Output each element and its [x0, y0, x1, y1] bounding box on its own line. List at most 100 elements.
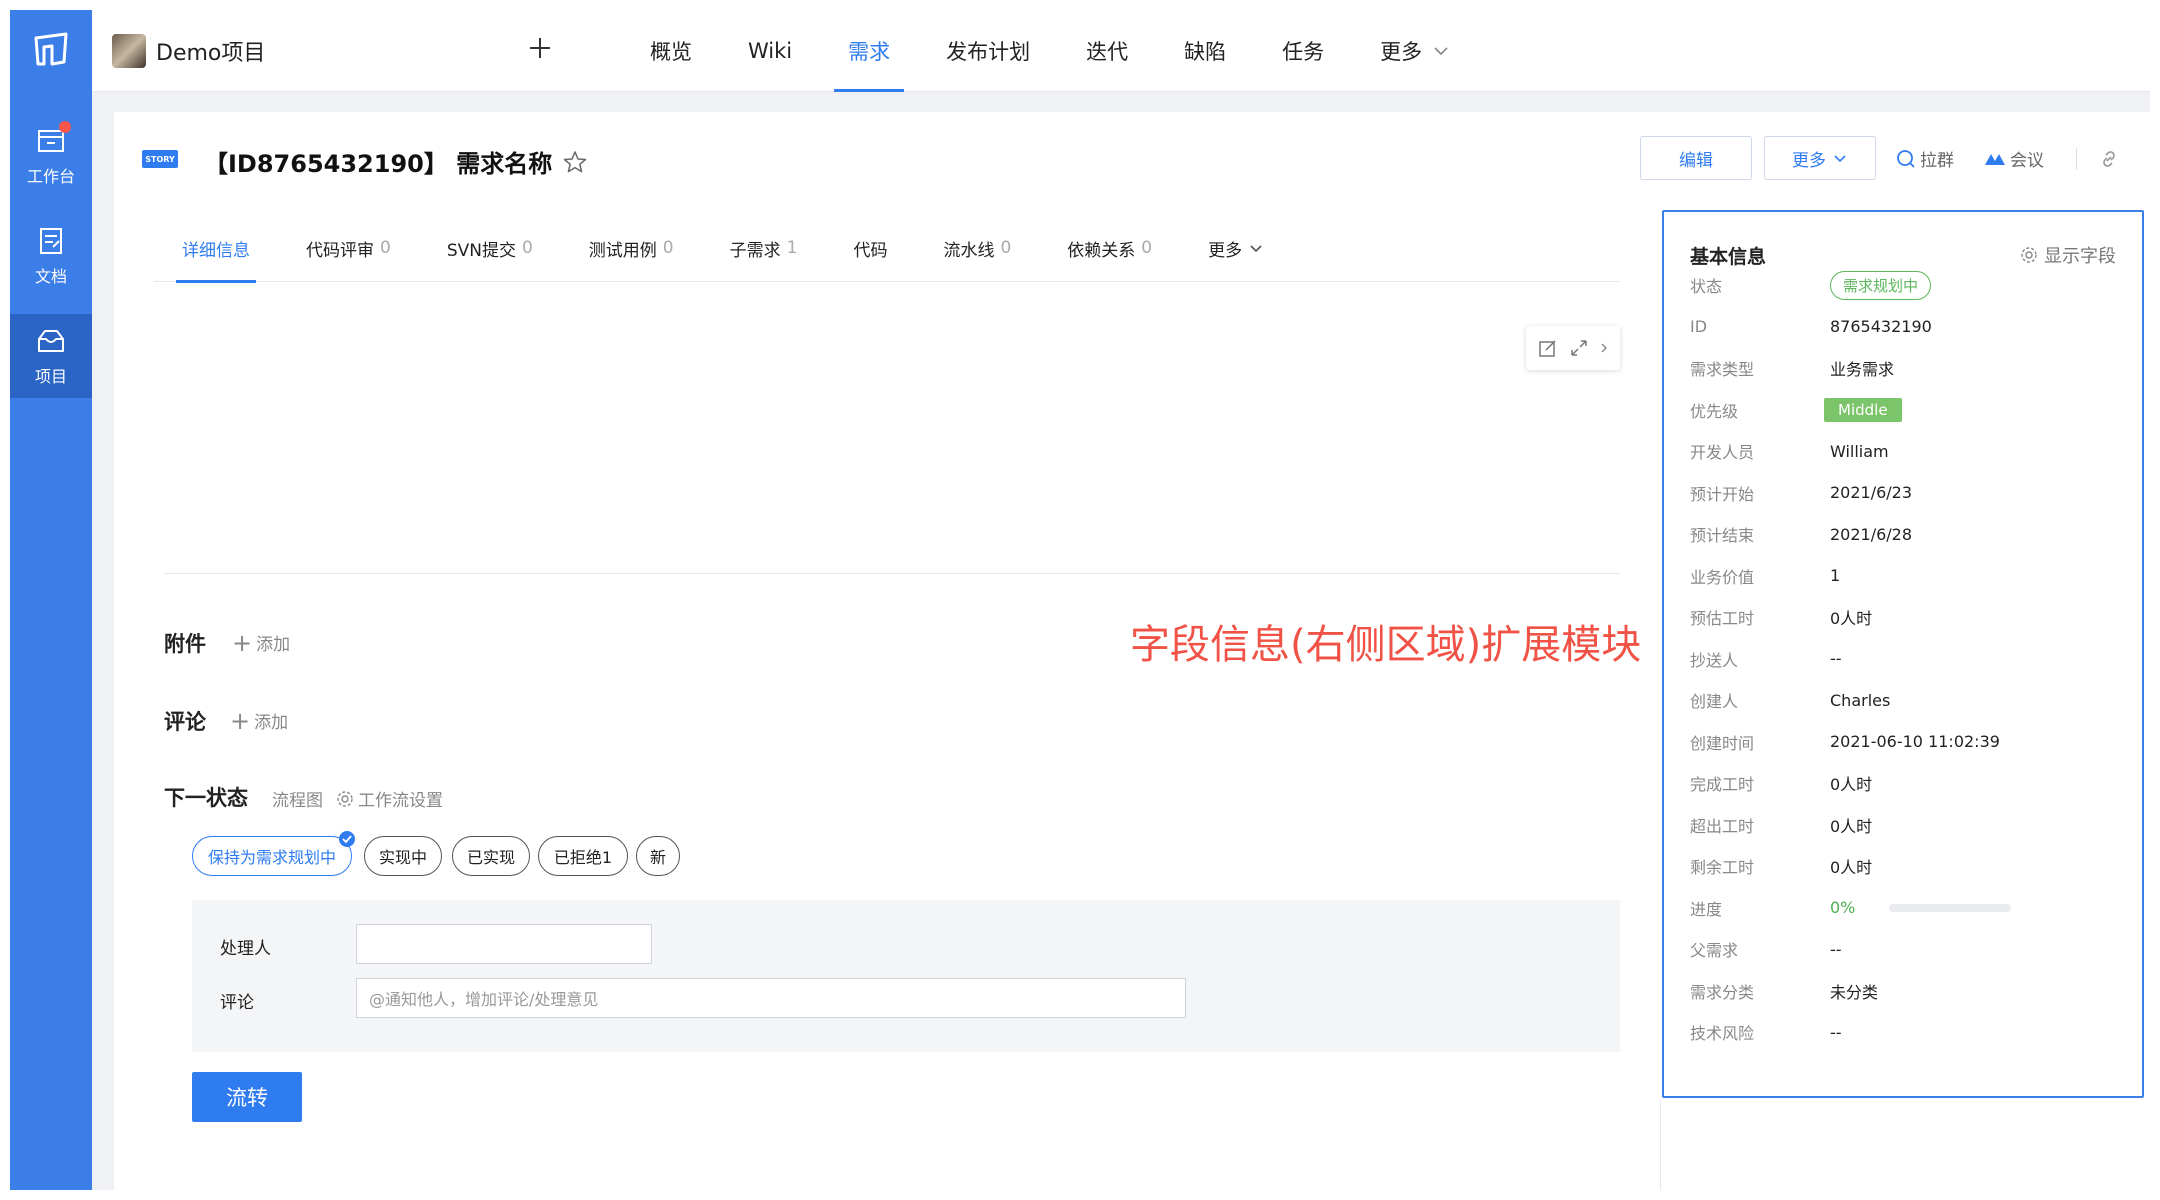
- state-chip-new[interactable]: 新: [636, 836, 680, 876]
- meeting-button[interactable]: 会议: [1984, 146, 2044, 171]
- info-value[interactable]: 1: [1830, 566, 1840, 585]
- info-row-status: 状态 需求规划中: [1690, 270, 2120, 300]
- group-chat-button[interactable]: 拉群: [1896, 146, 1954, 171]
- subtab-pipeline[interactable]: 流水线 0: [915, 214, 1039, 282]
- expand-icon[interactable]: [1568, 337, 1590, 359]
- info-value[interactable]: William: [1830, 442, 1889, 461]
- story-detail-card: STORY 【ID8765432190】 需求名称 编辑 更多 拉群 会议 详细…: [114, 112, 2150, 1190]
- project-icon: [35, 325, 67, 357]
- info-value[interactable]: 2021/6/28: [1830, 525, 1912, 544]
- info-value[interactable]: Charles: [1830, 691, 1890, 710]
- star-icon[interactable]: [562, 149, 588, 175]
- gear-icon: [2021, 247, 2037, 263]
- comment-input[interactable]: @通知他人，增加评论/处理意见: [356, 978, 1186, 1018]
- progress-value: 0%: [1830, 898, 1856, 917]
- subtab-code[interactable]: 代码: [825, 214, 915, 282]
- info-key: 创建时间: [1690, 733, 1755, 753]
- rail-item-project[interactable]: 项目: [10, 314, 92, 398]
- info-value[interactable]: --: [1830, 940, 1842, 959]
- info-key: ID: [1690, 317, 1708, 336]
- subtab-svn-commits[interactable]: SVN提交 0: [419, 214, 561, 282]
- subtab-dependencies[interactable]: 依赖关系 0: [1039, 214, 1180, 282]
- info-value[interactable]: 业务需求: [1830, 356, 1894, 380]
- more-actions-button[interactable]: 更多: [1764, 136, 1876, 180]
- info-value[interactable]: 未分类: [1830, 979, 1878, 1003]
- subtab-test-cases[interactable]: 测试用例 0: [561, 214, 702, 282]
- show-fields-button[interactable]: 显示字段: [2020, 242, 2116, 268]
- chevron-down-icon: [1250, 245, 1262, 253]
- add-label: 添加: [256, 635, 291, 655]
- project-switcher[interactable]: Demo项目: [112, 34, 265, 68]
- tab-label: 更多: [1380, 40, 1423, 64]
- rail-item-docs[interactable]: 文档: [10, 214, 92, 298]
- workflow-settings-label: 工作流设置: [358, 791, 443, 811]
- info-value[interactable]: Middle: [1824, 397, 1902, 422]
- progress-bar: [1889, 903, 2012, 912]
- info-value[interactable]: 0人时: [1830, 854, 1872, 878]
- info-row-cc: 抄送人 --: [1690, 644, 2120, 674]
- subtab-count: 0: [521, 238, 533, 258]
- tab-iteration[interactable]: 迭代: [1058, 10, 1156, 92]
- info-value[interactable]: 0人时: [1830, 605, 1872, 629]
- edit-icon[interactable]: [1537, 337, 1559, 359]
- project-name: Demo项目: [156, 41, 266, 66]
- info-row-planned-end: 预计结束 2021/6/28: [1690, 519, 2120, 549]
- info-value[interactable]: 需求规划中: [1830, 270, 1932, 300]
- project-avatar: [112, 34, 146, 68]
- tab-tasks[interactable]: 任务: [1254, 10, 1352, 92]
- tab-label: 迭代: [1086, 40, 1129, 64]
- subtab-count: 0: [1141, 238, 1153, 258]
- flowchart-link[interactable]: 流程图: [272, 786, 323, 811]
- tab-wiki[interactable]: Wiki: [720, 10, 820, 92]
- info-value[interactable]: --: [1830, 649, 1842, 668]
- extension-annotation: 字段信息(右侧区域)扩展模块: [1130, 622, 1642, 668]
- info-key: 开发人员: [1690, 443, 1755, 462]
- state-chip-in-progress[interactable]: 实现中: [364, 836, 442, 876]
- tab-requirements[interactable]: 需求: [820, 10, 918, 92]
- chevron-right-icon[interactable]: [1599, 341, 1609, 355]
- info-value[interactable]: 2021/6/23: [1830, 483, 1912, 502]
- more-actions-label: 更多: [1792, 150, 1826, 171]
- comment-heading: 评论: [164, 710, 206, 734]
- info-key: 抄送人: [1690, 650, 1739, 670]
- tab-defects[interactable]: 缺陷: [1156, 10, 1254, 92]
- priority-tag[interactable]: Middle: [1824, 397, 1902, 422]
- info-value[interactable]: --: [1830, 1023, 1842, 1042]
- subtab-details[interactable]: 详细信息: [154, 214, 278, 283]
- info-value[interactable]: 0人时: [1830, 813, 1872, 837]
- subtab-more[interactable]: 更多: [1180, 214, 1292, 282]
- tab-overview[interactable]: 概览: [622, 10, 720, 92]
- status-badge[interactable]: 需求规划中: [1830, 270, 1932, 300]
- edit-button[interactable]: 编辑: [1640, 136, 1752, 180]
- assignee-input[interactable]: [356, 924, 652, 964]
- meeting-icon: [1985, 153, 2005, 165]
- info-value[interactable]: 2021-06-10 11:02:39: [1830, 732, 2000, 751]
- rail-item-workbench[interactable]: 工作台: [10, 114, 92, 198]
- next-state-heading: 下一状态: [164, 786, 248, 810]
- tab-release-plan[interactable]: 发布计划: [918, 10, 1058, 92]
- subtab-label: 子需求: [729, 240, 781, 261]
- info-row-done-hours: 完成工时 0人时: [1690, 768, 2120, 798]
- info-row-developer: 开发人员 William: [1690, 436, 2120, 466]
- subtab-count: 0: [1000, 238, 1012, 258]
- info-value[interactable]: 8765432190: [1830, 317, 1932, 336]
- subtab-child-stories[interactable]: 子需求 1: [702, 214, 826, 282]
- info-row-planned-start: 预计开始 2021/6/23: [1690, 478, 2120, 508]
- info-value[interactable]: 0人时: [1830, 771, 1872, 795]
- add-attachment-button[interactable]: + 添加: [232, 630, 291, 656]
- state-chip-keep[interactable]: 保持为需求规划中: [192, 831, 355, 876]
- link-icon[interactable]: [2098, 148, 2120, 170]
- tab-label: 概览: [650, 40, 692, 64]
- rail-item-label: 工作台: [26, 167, 75, 186]
- state-chip-rejected[interactable]: 已拒绝1: [538, 836, 628, 876]
- add-comment-button[interactable]: + 添加: [230, 708, 288, 734]
- info-value[interactable]: 0%: [1830, 898, 2012, 917]
- tab-more[interactable]: 更多: [1352, 10, 1478, 92]
- create-plus-icon[interactable]: [522, 30, 558, 66]
- transition-submit-button[interactable]: 流转: [192, 1072, 302, 1122]
- toolbar-divider: [2076, 148, 2077, 170]
- subtab-code-review[interactable]: 代码评审 0: [278, 214, 419, 282]
- workflow-settings-link[interactable]: 工作流设置: [336, 786, 443, 811]
- state-chip-done[interactable]: 已实现: [452, 836, 530, 876]
- app-logo-icon[interactable]: [30, 28, 72, 70]
